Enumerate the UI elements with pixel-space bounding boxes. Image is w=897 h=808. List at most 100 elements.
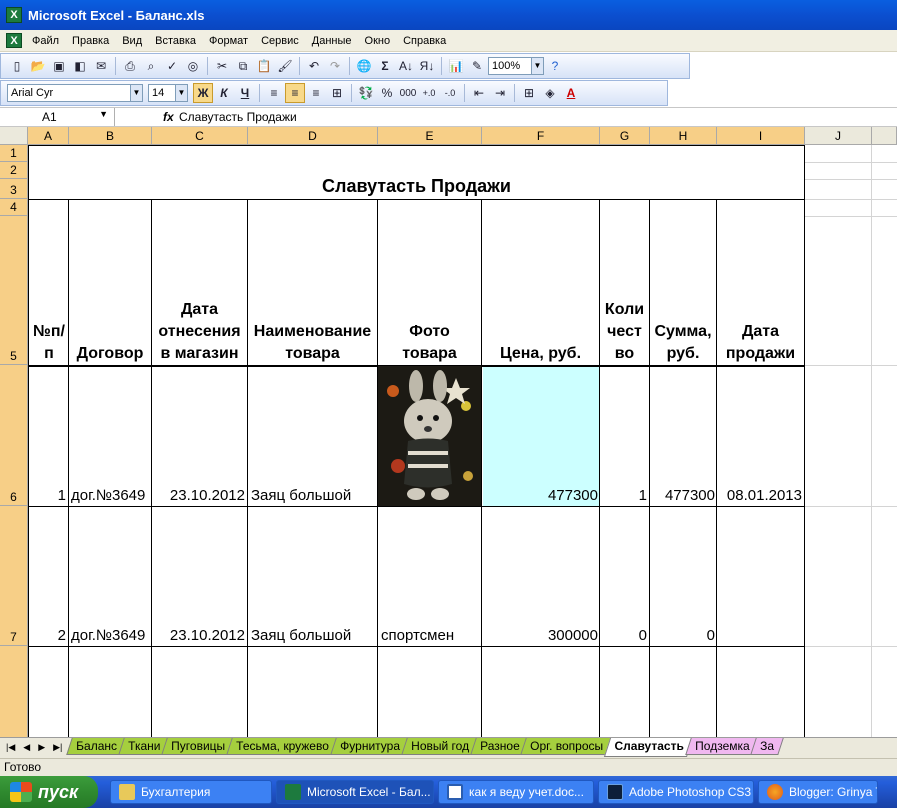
spreadsheet-grid[interactable]: A B C D E F G H I J 1 2 3 4 5 6 7 Славут…	[0, 127, 897, 737]
undo-icon[interactable]: ↶	[304, 56, 324, 76]
align-right-icon[interactable]: ≡	[306, 83, 326, 103]
font-select[interactable]: Arial Cyr ▼	[7, 84, 143, 102]
tab-ribbon-lace[interactable]: Тесьма, кружево	[226, 738, 339, 755]
row7-photo[interactable]: спортсмен	[381, 627, 481, 644]
tab-new-year[interactable]: Новый год	[400, 738, 479, 755]
tab-slavutast[interactable]: Славутасть	[604, 738, 694, 757]
hyperlink-icon[interactable]: 🌐	[354, 56, 374, 76]
tab-org-questions[interactable]: Орг. вопросы	[520, 738, 614, 755]
redo-icon[interactable]: ↷	[325, 56, 345, 76]
header-price[interactable]: Цена, руб.	[482, 217, 599, 365]
header-sum[interactable]: Сумма, руб.	[650, 217, 716, 365]
task-word-doc[interactable]: как я веду учет.doc...	[438, 780, 594, 804]
underline-button[interactable]: Ч	[235, 83, 255, 103]
research-icon[interactable]: ◎	[183, 56, 203, 76]
select-all-corner[interactable]	[0, 127, 28, 145]
name-box[interactable]: A1 ▼	[0, 108, 115, 126]
row7-sum[interactable]: 0	[650, 627, 715, 644]
header-contract[interactable]: Договор	[69, 217, 151, 365]
formula-input[interactable]: Славутасть Продажи	[173, 110, 297, 124]
cut-icon[interactable]: ✂	[212, 56, 232, 76]
tab-buttons[interactable]: Пуговицы	[161, 738, 235, 755]
tab-za[interactable]: За	[750, 738, 784, 755]
thousands-button[interactable]: 000	[398, 83, 418, 103]
row6-qty[interactable]: 1	[600, 487, 647, 504]
header-qty[interactable]: Коли чест во	[600, 217, 649, 365]
paste-icon[interactable]: 📋	[254, 56, 274, 76]
column-header-i[interactable]: I	[717, 127, 805, 145]
bold-button[interactable]: Ж	[193, 83, 213, 103]
row-header-8[interactable]	[0, 646, 28, 737]
chevron-down-icon[interactable]: ▼	[99, 109, 108, 119]
print-preview-icon[interactable]: ⌕	[141, 56, 161, 76]
sort-ascending-icon[interactable]: A↓	[396, 56, 416, 76]
font-size-select[interactable]: 14 ▼	[148, 84, 188, 102]
align-left-icon[interactable]: ≡	[264, 83, 284, 103]
column-header-b[interactable]: B	[69, 127, 152, 145]
increase-decimal-icon[interactable]: +.0	[419, 83, 439, 103]
column-header-j[interactable]: J	[805, 127, 872, 145]
row7-price[interactable]: 300000	[482, 627, 598, 644]
copy-icon[interactable]: ⧉	[233, 56, 253, 76]
start-button[interactable]: пуск	[0, 776, 98, 808]
header-sale-date[interactable]: Дата продажи	[717, 217, 804, 365]
task-accounting[interactable]: Бухгалтерия	[110, 780, 272, 804]
increase-indent-icon[interactable]: ⇥	[490, 83, 510, 103]
row6-contract[interactable]: дог.№3649	[71, 487, 151, 504]
next-sheet-icon[interactable]: ▶	[38, 742, 45, 753]
column-header-c[interactable]: C	[152, 127, 248, 145]
chevron-down-icon[interactable]: ▼	[531, 58, 543, 74]
row7-name[interactable]: Заяц большой	[251, 627, 377, 644]
task-excel[interactable]: Microsoft Excel - Бал...	[276, 780, 434, 804]
save-icon[interactable]: ▣	[49, 56, 69, 76]
menu-view[interactable]: Вид	[122, 35, 142, 47]
tab-podzemka[interactable]: Подземка	[684, 738, 759, 755]
row-header-7[interactable]: 7	[0, 506, 28, 646]
row7-contract[interactable]: дог.№3649	[71, 627, 151, 644]
currency-icon[interactable]: 💱	[356, 83, 376, 103]
row-header-6[interactable]: 6	[0, 365, 28, 506]
menu-edit[interactable]: Правка	[72, 35, 109, 47]
first-sheet-icon[interactable]: |◀	[6, 742, 15, 753]
function-icon[interactable]: fx	[115, 110, 174, 124]
row6-price[interactable]: 477300	[482, 487, 598, 504]
menu-tools[interactable]: Сервис	[261, 35, 299, 47]
format-painter-icon[interactable]: 🖌	[275, 56, 295, 76]
align-center-icon[interactable]: ≡	[285, 83, 305, 103]
decrease-indent-icon[interactable]: ⇤	[469, 83, 489, 103]
spelling-icon[interactable]: ✓	[162, 56, 182, 76]
decrease-decimal-icon[interactable]: -.0	[440, 83, 460, 103]
merge-center-icon[interactable]: ⊞	[327, 83, 347, 103]
column-header-k[interactable]	[872, 127, 897, 145]
tab-fittings[interactable]: Фурнитура	[330, 738, 410, 755]
menu-insert[interactable]: Вставка	[155, 35, 196, 47]
column-header-g[interactable]: G	[600, 127, 650, 145]
chevron-down-icon[interactable]: ▼	[130, 85, 142, 101]
fill-color-icon[interactable]: ◈	[540, 83, 560, 103]
task-browser[interactable]: Blogger: Grinya To	[758, 780, 878, 804]
row-header-4[interactable]: 4	[0, 199, 28, 216]
row7-date[interactable]: 23.10.2012	[152, 627, 245, 644]
row-header-2[interactable]: 2	[0, 162, 28, 179]
help-icon[interactable]: ?	[545, 56, 565, 76]
autosum-icon[interactable]: Σ	[375, 56, 395, 76]
window-title-bar[interactable]: X Microsoft Excel - Баланс.xls	[0, 0, 897, 30]
column-header-d[interactable]: D	[248, 127, 378, 145]
permission-icon[interactable]: ◧	[70, 56, 90, 76]
row-header-3[interactable]: 3	[0, 179, 28, 199]
header-num[interactable]: №п/п	[29, 217, 69, 365]
workbook-icon[interactable]: X	[6, 33, 22, 48]
tab-balance[interactable]: Баланс	[66, 738, 127, 755]
row6-num[interactable]: 1	[29, 487, 66, 504]
last-sheet-icon[interactable]: ▶|	[53, 742, 62, 753]
column-header-f[interactable]: F	[482, 127, 600, 145]
row7-num[interactable]: 2	[29, 627, 66, 644]
print-icon[interactable]: ⎙	[120, 56, 140, 76]
menu-file[interactable]: Файл	[32, 35, 59, 47]
row-header-1[interactable]: 1	[0, 145, 28, 162]
drawing-icon[interactable]: ✎	[467, 56, 487, 76]
chevron-down-icon[interactable]: ▼	[175, 85, 187, 101]
new-document-icon[interactable]: ▯	[7, 56, 27, 76]
menu-window[interactable]: Окно	[365, 35, 391, 47]
row-header-5[interactable]: 5	[0, 216, 28, 365]
